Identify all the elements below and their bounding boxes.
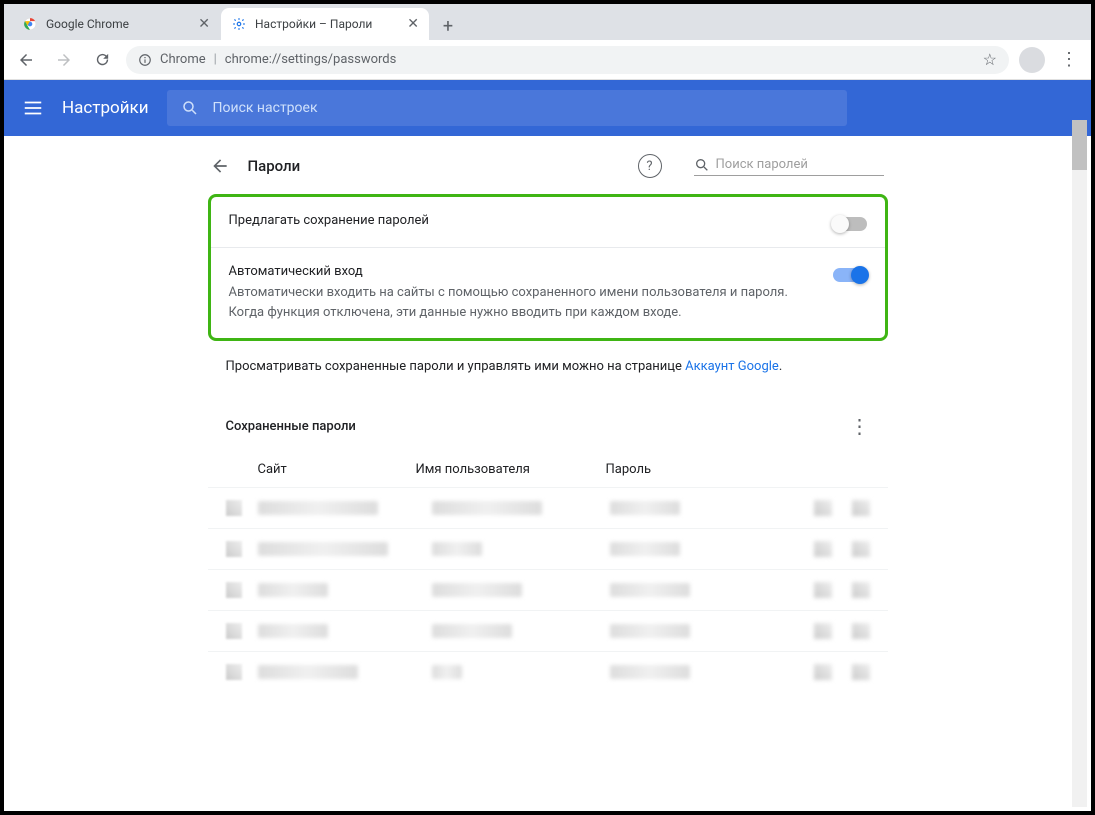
- google-account-link[interactable]: Аккаунт Google: [685, 359, 779, 374]
- site-cell: [258, 501, 378, 515]
- table-header: Сайт Имя пользователя Пароль: [208, 452, 888, 487]
- offer-save-passwords-row: Предлагать сохранение паролей: [211, 197, 885, 248]
- site-info-icon[interactable]: [138, 53, 152, 67]
- help-icon[interactable]: ?: [638, 154, 662, 178]
- back-arrow-icon[interactable]: [208, 156, 230, 176]
- card-header: Пароли ? Поиск паролей: [208, 144, 888, 194]
- favicon: [226, 582, 242, 598]
- info-period: .: [779, 359, 782, 374]
- toolbar: Chrome | chrome://settings/passwords ☆ ⋮: [4, 40, 1091, 80]
- row-menu-icon[interactable]: [852, 541, 870, 557]
- favicon: [226, 623, 242, 639]
- search-placeholder: Поиск паролей: [716, 157, 808, 172]
- settings-search[interactable]: Поиск настроек: [167, 90, 847, 126]
- show-icon[interactable]: [814, 664, 832, 680]
- hamburger-icon[interactable]: [22, 97, 44, 119]
- offer-save-toggle[interactable]: [833, 217, 867, 231]
- pass-cell: [610, 624, 690, 638]
- close-tab-icon[interactable]: ✕: [198, 16, 210, 32]
- omnibox-site: Chrome: [160, 52, 206, 67]
- auto-signin-toggle[interactable]: [833, 268, 867, 282]
- site-cell: [258, 583, 328, 597]
- browser-menu-icon[interactable]: ⋮: [1055, 46, 1083, 74]
- back-button[interactable]: [12, 46, 40, 74]
- favicon: [226, 500, 242, 516]
- user-cell: [432, 583, 522, 597]
- password-search[interactable]: Поиск паролей: [694, 157, 884, 176]
- search-icon: [181, 99, 199, 117]
- main-content: Пароли ? Поиск паролей Предлагать сохран…: [4, 136, 1091, 692]
- auto-signin-row: Автоматический вход Автоматически входит…: [211, 248, 885, 338]
- password-row[interactable]: [208, 610, 888, 651]
- row-menu-icon[interactable]: [852, 623, 870, 639]
- highlighted-toggles: Предлагать сохранение паролей Автоматиче…: [208, 194, 888, 341]
- site-cell: [258, 542, 388, 556]
- password-row[interactable]: [208, 569, 888, 610]
- settings-gear-icon: [231, 16, 247, 32]
- chrome-icon: [22, 16, 38, 32]
- tab-bar: Google Chrome ✕ Настройки – Пароли ✕ +: [4, 4, 1091, 40]
- pass-cell: [610, 501, 680, 515]
- settings-title: Настройки: [62, 98, 149, 118]
- col-site-header: Сайт: [226, 462, 416, 477]
- scroll-thumb[interactable]: [1072, 120, 1087, 170]
- pass-cell: [610, 542, 680, 556]
- user-cell: [432, 665, 462, 679]
- search-icon: [694, 157, 710, 173]
- saved-passwords-label: Сохраненные пароли: [226, 419, 356, 434]
- search-placeholder: Поиск настроек: [213, 100, 318, 116]
- forward-button[interactable]: [50, 46, 78, 74]
- saved-passwords-header: Сохраненные пароли ⋮: [208, 392, 888, 452]
- passwords-card: Пароли ? Поиск паролей Предлагать сохран…: [208, 144, 888, 692]
- more-vert-icon[interactable]: ⋮: [850, 414, 870, 438]
- toggle-description: Автоматически входить на сайты с помощью…: [229, 283, 817, 322]
- omnibox-divider: |: [214, 52, 217, 67]
- show-icon[interactable]: [814, 582, 832, 598]
- password-row[interactable]: [208, 528, 888, 569]
- toggle-label: Автоматический вход: [229, 264, 817, 279]
- col-user-header: Имя пользователя: [416, 462, 606, 477]
- scrollbar[interactable]: [1072, 120, 1087, 807]
- page-title: Пароли: [248, 157, 301, 175]
- toggle-label: Предлагать сохранение паролей: [229, 213, 817, 228]
- show-icon[interactable]: [814, 623, 832, 639]
- pass-cell: [610, 665, 690, 679]
- address-bar[interactable]: Chrome | chrome://settings/passwords ☆: [126, 46, 1009, 74]
- settings-header: Настройки Поиск настроек: [4, 80, 1091, 136]
- profile-avatar[interactable]: [1019, 47, 1045, 73]
- favicon: [226, 541, 242, 557]
- tab-settings-passwords[interactable]: Настройки – Пароли ✕: [221, 8, 429, 40]
- show-icon[interactable]: [814, 541, 832, 557]
- user-cell: [432, 542, 482, 556]
- col-pass-header: Пароль: [606, 462, 870, 477]
- omnibox-url: chrome://settings/passwords: [225, 52, 397, 67]
- row-menu-icon[interactable]: [852, 500, 870, 516]
- row-menu-icon[interactable]: [852, 582, 870, 598]
- tab-google-chrome[interactable]: Google Chrome ✕: [12, 8, 220, 40]
- user-cell: [432, 501, 542, 515]
- bookmark-star-icon[interactable]: ☆: [983, 50, 997, 69]
- new-tab-button[interactable]: +: [434, 12, 462, 40]
- user-cell: [432, 624, 512, 638]
- password-row[interactable]: [208, 487, 888, 528]
- row-menu-icon[interactable]: [852, 664, 870, 680]
- tab-label: Настройки – Пароли: [255, 17, 372, 31]
- show-icon[interactable]: [814, 500, 832, 516]
- site-cell: [258, 665, 358, 679]
- tab-label: Google Chrome: [46, 17, 129, 31]
- close-tab-icon[interactable]: ✕: [407, 16, 419, 32]
- password-row[interactable]: [208, 651, 888, 692]
- favicon: [226, 664, 242, 680]
- site-cell: [258, 624, 328, 638]
- info-text: Просматривать сохраненные пароли и управ…: [226, 359, 686, 374]
- pass-cell: [610, 583, 690, 597]
- manage-passwords-info: Просматривать сохраненные пароли и управ…: [208, 341, 888, 392]
- reload-button[interactable]: [88, 46, 116, 74]
